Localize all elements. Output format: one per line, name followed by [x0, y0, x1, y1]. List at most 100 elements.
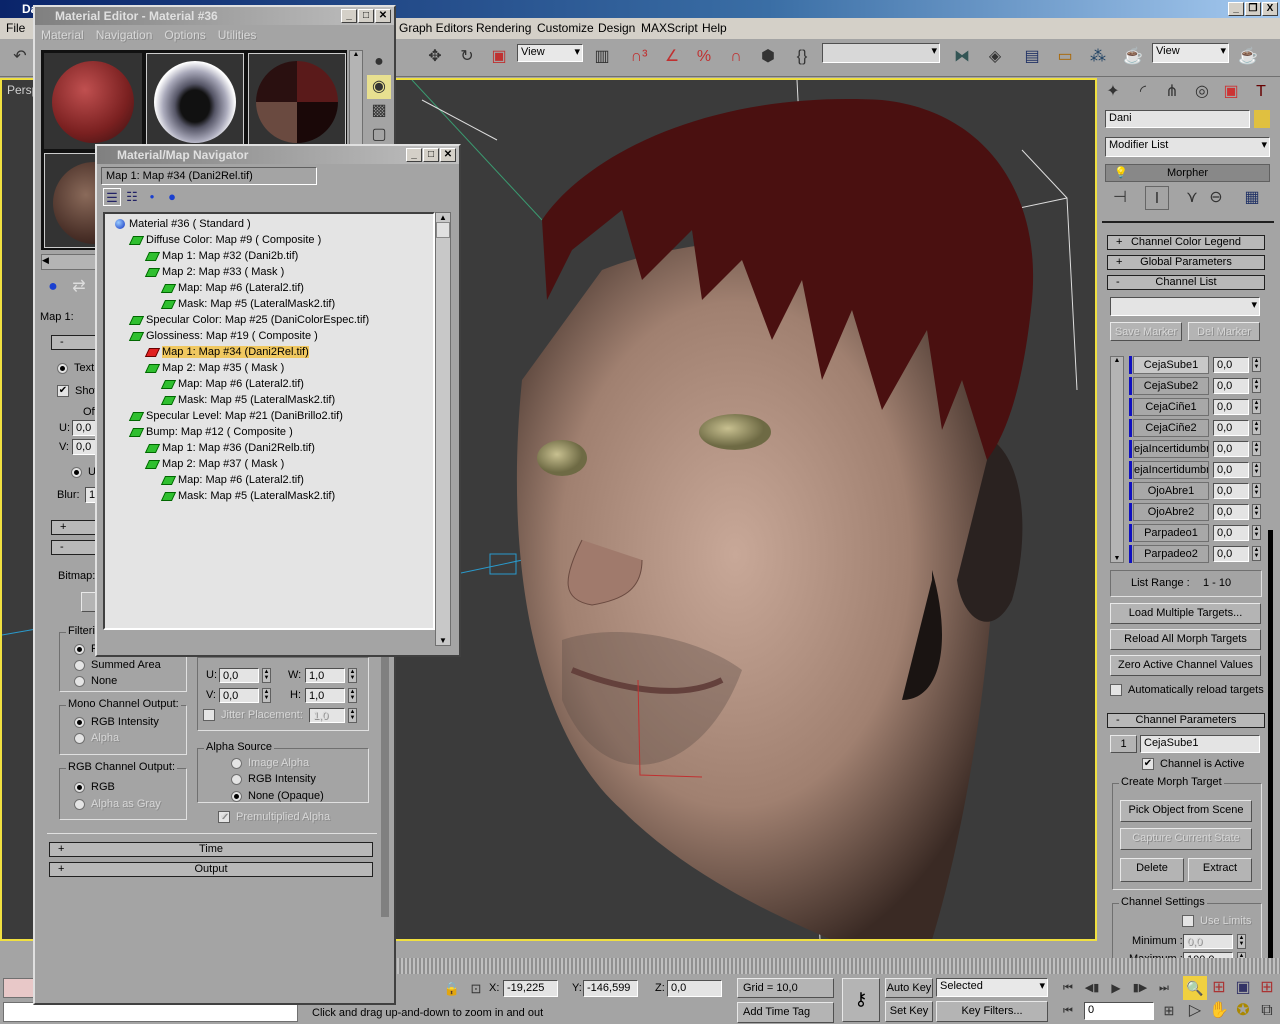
channel-value-spinner[interactable]: ▲ ▼: [1252, 462, 1261, 477]
channel-button[interactable]: CejaSube1: [1133, 356, 1209, 374]
filtering-summed-area-radio[interactable]: Summed Area: [74, 659, 161, 671]
absolute-mode-icon[interactable]: ⊡: [464, 977, 488, 1001]
rgb-intensity-radio[interactable]: RGB Intensity: [231, 773, 316, 785]
rgb-radio[interactable]: RGB: [74, 781, 115, 793]
image-alpha-radio[interactable]: Image Alpha: [231, 757, 309, 769]
configure-sets-icon[interactable]: ▦: [1240, 186, 1264, 210]
command-panel-scrollbar[interactable]: [1268, 530, 1273, 970]
tree-item[interactable]: Map 1: Map #36 (Dani2Relb.tif): [105, 440, 433, 456]
pivot-icon[interactable]: ▥: [590, 45, 614, 69]
channel-button[interactable]: CejaSube2: [1133, 377, 1209, 395]
modifier-stack-item-morpher[interactable]: 💡 Morpher: [1105, 164, 1270, 182]
channel-value-field[interactable]: 0,0: [1213, 462, 1249, 478]
filtering-none-radio[interactable]: None: [74, 675, 117, 687]
tree-item[interactable]: Bump: Map #12 ( Composite ): [105, 424, 433, 440]
timeline-track[interactable]: [397, 958, 1280, 974]
channel-button[interactable]: ejaIncertidumbre: [1133, 440, 1209, 458]
spinner-snap-icon[interactable]: ∩: [724, 45, 748, 69]
play-icon[interactable]: ▶: [1104, 976, 1128, 1000]
menu-rendering[interactable]: Rendering: [470, 18, 537, 38]
channel-name-field[interactable]: CejaSube1: [1140, 735, 1260, 753]
mirror-icon[interactable]: ⧓: [950, 45, 974, 69]
backlight-icon[interactable]: ◉: [367, 75, 391, 99]
y-coordinate-field[interactable]: -146,599: [583, 980, 638, 997]
channel-value-field[interactable]: 0,0: [1213, 525, 1249, 541]
sample-type-sphere-icon[interactable]: ●: [367, 50, 391, 74]
snap-3d-icon[interactable]: ∩³: [627, 45, 651, 69]
channel-button[interactable]: Parpadeo1: [1133, 524, 1209, 542]
key-filters-button[interactable]: Key Filters...: [936, 1001, 1048, 1022]
channel-value-spinner[interactable]: ▲ ▼: [1252, 525, 1261, 540]
menu-material[interactable]: Material: [35, 25, 90, 45]
rollout-channel-color-legend[interactable]: + Channel Color Legend: [1107, 235, 1265, 250]
crop-h-field[interactable]: 1,0: [305, 688, 345, 703]
load-multiple-targets-button[interactable]: Load Multiple Targets...: [1110, 603, 1261, 624]
set-keys-key-icon[interactable]: ⚷: [842, 978, 880, 1022]
channel-button[interactable]: ejaIncertidumbre: [1133, 461, 1209, 479]
undo-icon[interactable]: ↶: [8, 45, 32, 69]
zero-active-channel-values-button[interactable]: Zero Active Channel Values: [1110, 655, 1261, 676]
tree-item[interactable]: Map 1: Map #34 (Dani2Rel.tif): [105, 344, 433, 360]
background-checker-icon[interactable]: ▩: [367, 99, 391, 123]
tree-item[interactable]: Mask: Map #5 (LateralMask2.tif): [105, 488, 433, 504]
tree-item[interactable]: Map 2: Map #37 ( Mask ): [105, 456, 433, 472]
tree-item[interactable]: Specular Color: Map #25 (DaniColorEspec.…: [105, 312, 433, 328]
render-type-dropdown[interactable]: View ▾: [1152, 43, 1229, 63]
channel-value-spinner[interactable]: ▲ ▼: [1252, 399, 1261, 414]
none-opaque-radio[interactable]: None (Opaque): [231, 790, 324, 802]
channel-value-field[interactable]: 0,0: [1213, 399, 1249, 415]
crop-u-spinner[interactable]: ▲ ▼: [262, 668, 271, 683]
tree-item[interactable]: Map: Map #6 (Lateral2.tif): [105, 280, 433, 296]
channel-value-field[interactable]: 0,0: [1213, 504, 1249, 520]
crop-h-spinner[interactable]: ▲ ▼: [348, 688, 357, 703]
tree-item[interactable]: Map 2: Map #35 ( Mask ): [105, 360, 433, 376]
auto-reload-checkbox[interactable]: Automatically reload targets: [1110, 684, 1264, 697]
crop-w-spinner[interactable]: ▲ ▼: [348, 668, 357, 683]
channel-value-field[interactable]: 0,0: [1213, 420, 1249, 436]
key-selection-dropdown[interactable]: Selected ▾: [936, 978, 1048, 997]
minimum-spinner[interactable]: ▲ ▼: [1237, 934, 1246, 949]
modifier-list-dropdown[interactable]: Modifier List ▾: [1105, 137, 1270, 157]
restore-button[interactable]: ❐: [1245, 2, 1261, 16]
time-configuration-icon[interactable]: ⊞: [1157, 999, 1181, 1023]
tree-item[interactable]: Mask: Map #5 (LateralMask2.tif): [105, 392, 433, 408]
crop-w-field[interactable]: 1,0: [305, 668, 345, 683]
rollout-global-parameters[interactable]: + Global Parameters: [1107, 255, 1265, 270]
extract-button[interactable]: Extract: [1188, 858, 1252, 882]
rotate-icon[interactable]: ↻: [455, 45, 479, 69]
maximize-viewport-icon[interactable]: ⧉: [1255, 999, 1279, 1023]
object-name-field[interactable]: Dani: [1105, 110, 1250, 128]
lightbulb-icon[interactable]: 💡: [1114, 165, 1128, 181]
next-frame-icon[interactable]: ▮▶: [1128, 976, 1152, 1000]
channel-value-spinner[interactable]: ▲ ▼: [1252, 420, 1261, 435]
view-small-icons-icon[interactable]: ●: [143, 188, 161, 206]
maximize-button[interactable]: □: [423, 148, 439, 162]
sample-slot-2[interactable]: [146, 53, 244, 149]
capture-current-state-button[interactable]: Capture Current State: [1120, 828, 1252, 850]
tree-item[interactable]: Mask: Map #5 (LateralMask2.tif): [105, 296, 433, 312]
lock-selection-icon[interactable]: 🔒: [440, 977, 464, 1001]
rollout-channel-list[interactable]: - Channel List: [1107, 275, 1265, 290]
create-tab-icon[interactable]: ✦: [1101, 80, 1125, 104]
reference-coordinate-dropdown[interactable]: View ▾: [517, 44, 583, 62]
close-button[interactable]: ✕: [375, 9, 391, 23]
remove-modifier-icon[interactable]: ⊖: [1204, 186, 1228, 210]
channel-button[interactable]: CejaCiñe1: [1133, 398, 1209, 416]
set-key-button[interactable]: Set Key: [885, 1001, 933, 1022]
zoom-extents-icon[interactable]: ▣: [1231, 976, 1255, 1000]
channel-value-spinner[interactable]: ▲ ▼: [1252, 357, 1261, 372]
utilities-tab-icon[interactable]: T: [1249, 80, 1273, 104]
make-unique-icon[interactable]: ⋎: [1180, 186, 1204, 210]
show-end-result-icon[interactable]: I: [1145, 186, 1169, 210]
channel-value-field[interactable]: 0,0: [1213, 546, 1249, 562]
angle-snap-icon[interactable]: ∠: [660, 45, 684, 69]
pan-icon[interactable]: ✋: [1207, 999, 1231, 1023]
sample-slots-hscrollbar[interactable]: ◀: [41, 254, 101, 270]
previous-frame-icon[interactable]: ◀▮: [1080, 976, 1104, 1000]
motion-tab-icon[interactable]: ◎: [1190, 80, 1214, 104]
tree-item[interactable]: Map: Map #6 (Lateral2.tif): [105, 376, 433, 392]
channel-value-spinner[interactable]: ▲ ▼: [1252, 378, 1261, 393]
show-end-result-icon[interactable]: ⇄: [67, 275, 91, 299]
quick-render-icon[interactable]: ☕: [1236, 45, 1260, 69]
channel-value-field[interactable]: 0,0: [1213, 357, 1249, 373]
